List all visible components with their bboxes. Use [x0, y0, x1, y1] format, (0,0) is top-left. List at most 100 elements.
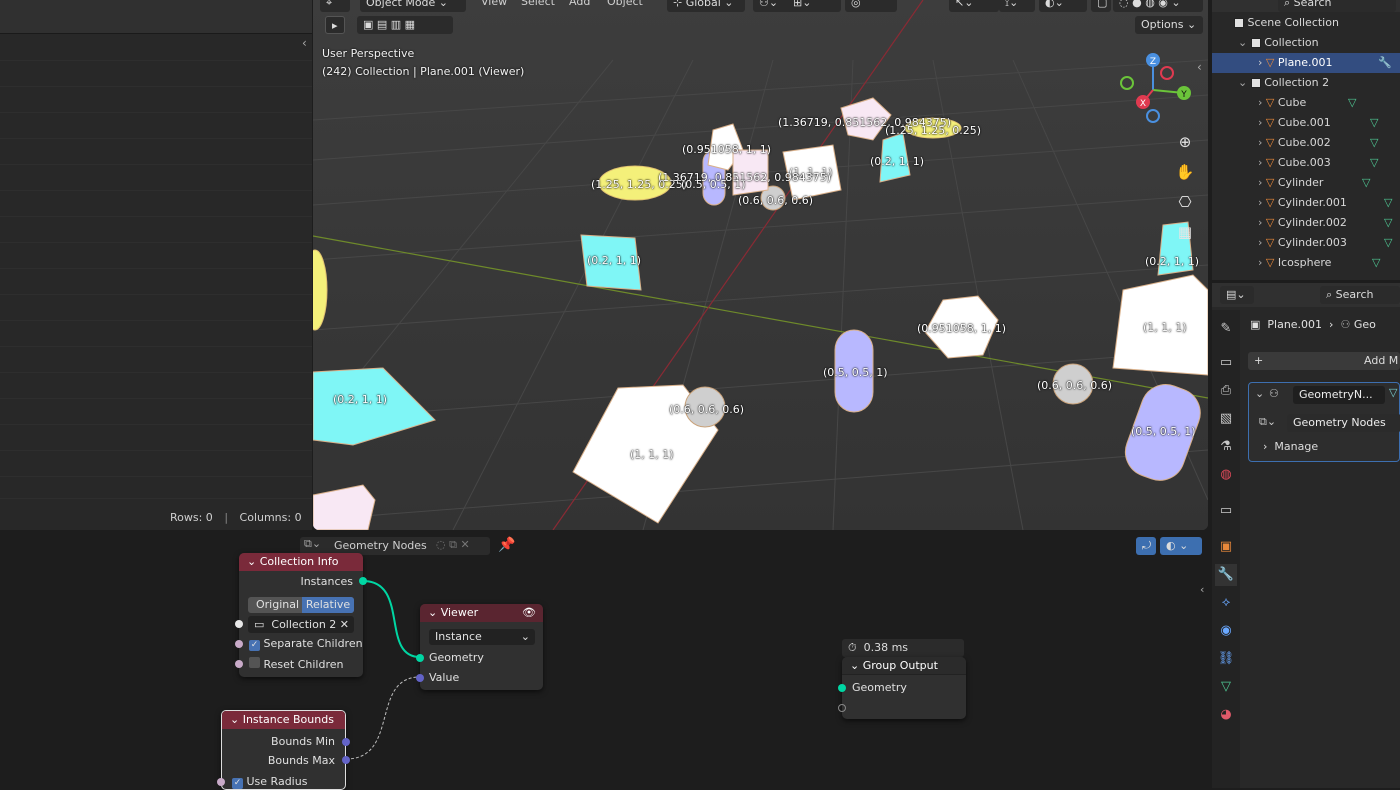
grid-view-icon[interactable]: ▦ — [1173, 220, 1197, 244]
viewer-node[interactable]: ⌄ Viewer 👁 Instance ⌄ Geometry Value — [420, 604, 543, 690]
separate-children-checkbox[interactable]: ✓ Separate Children — [249, 637, 363, 651]
object-tab-icon[interactable]: ▣ — [1215, 536, 1237, 558]
outliner-row[interactable]: › ▽ Cube ▽ — [1212, 93, 1400, 113]
mesh-icon: ▽ — [1265, 236, 1275, 249]
outliner-row[interactable]: › ▽ Cylinder.002 ▽ — [1212, 213, 1400, 233]
proportional-icon[interactable]: ◎ — [845, 0, 897, 12]
3d-viewport[interactable]: (1.36719, 0.851562, 0.984375) (1.25, 1.2… — [313, 0, 1208, 530]
viewer-header[interactable]: ⌄ Viewer 👁 — [420, 604, 543, 622]
modifier-tab-icon[interactable]: 🔧 — [1215, 564, 1237, 586]
bounds-min-socket[interactable] — [342, 738, 350, 746]
gizmo-toggle-icon[interactable]: ↖⌄ — [949, 0, 999, 12]
instance-bounds-node[interactable]: ⌄ Instance Bounds Bounds Min Bounds Max … — [221, 710, 346, 790]
mode-select[interactable]: Object Mode ⌄ — [360, 0, 466, 12]
material-tab-icon[interactable]: ◕ — [1215, 704, 1237, 726]
use-radius-checkbox[interactable]: ✓ Use Radius — [232, 775, 307, 789]
mesh-icon: ▽ — [1265, 216, 1275, 229]
bounds-max-socket[interactable] — [342, 756, 350, 764]
view-layer-tab-icon[interactable]: ▧ — [1215, 408, 1237, 430]
overlay-icon[interactable]: ⟟⌄ — [999, 0, 1035, 12]
scene-collection-row[interactable]: Scene Collection — [1212, 13, 1400, 33]
manage-subpanel[interactable]: › Manage — [1263, 440, 1318, 453]
outliner-row[interactable]: › ▽ Icosphere ▽ — [1212, 253, 1400, 273]
data-tab-icon[interactable]: ▽ — [1215, 676, 1237, 698]
viewer-geometry-socket[interactable] — [416, 654, 424, 662]
select-tool-icon[interactable]: ▸ — [325, 16, 345, 34]
render-tab-icon[interactable]: ▭ — [1215, 352, 1237, 374]
constraints-tab-icon[interactable]: ⛓ — [1215, 648, 1237, 670]
outliner-row[interactable]: › ▽ Cube.001 ▽ — [1212, 113, 1400, 133]
zoom-icon[interactable]: ⊕ — [1173, 130, 1197, 154]
group-output-geometry-socket[interactable] — [838, 684, 846, 692]
outliner-row[interactable]: › ▽ Cylinder ▽ — [1212, 173, 1400, 193]
original-relative-toggle[interactable]: Original Relative — [248, 597, 354, 613]
outliner-search-input[interactable]: ⌕ Search — [1278, 0, 1396, 12]
menu-add[interactable]: Add — [569, 0, 590, 8]
outliner-row[interactable]: › ▽ Cube.003 ▽ — [1212, 153, 1400, 173]
outliner-row[interactable]: › ▽ Cylinder.003 ▽ — [1212, 233, 1400, 253]
xray-icon[interactable]: ▢ — [1091, 0, 1111, 12]
output-tab-icon[interactable]: ⎙ — [1215, 380, 1237, 402]
world-tab-icon[interactable]: ◍ — [1215, 464, 1237, 486]
viewer-eye-icon[interactable]: 👁 — [522, 604, 536, 622]
instances-output: Instances — [300, 575, 353, 588]
outliner-row[interactable]: ⌄ Collection — [1212, 33, 1400, 53]
node-group-browse-icon[interactable]: ⧉⌄ — [1259, 415, 1276, 429]
viewer-domain-select[interactable]: Instance ⌄ — [429, 629, 535, 645]
shading-modes-icons[interactable]: ◌ ● ◍ ◉ ⌄ — [1113, 0, 1203, 12]
group-output-empty-socket[interactable] — [838, 704, 846, 712]
outliner-row[interactable]: ⌄ Collection 2 — [1212, 73, 1400, 93]
outliner-row[interactable]: › ▽ Plane.001 🔧 — [1212, 53, 1400, 73]
scene-tab-icon[interactable]: ⚗ — [1215, 436, 1237, 458]
mesh-icon: ▽ — [1265, 256, 1275, 269]
original-option[interactable]: Original — [256, 598, 299, 611]
viewer-value-socket[interactable] — [416, 674, 424, 682]
menu-object[interactable]: Object — [607, 0, 643, 8]
transform-orientation-select[interactable]: ⊹ Global ⌄ — [667, 0, 745, 12]
gizmo-z: Z — [1150, 57, 1156, 67]
modifier-collapse-icon[interactable]: ⌄ — [1255, 387, 1264, 400]
particles-tab-icon[interactable]: ⟡ — [1215, 592, 1237, 614]
node-editor[interactable]: ⧉⌄ Geometry Nodes ◌ ⧉ ✕ 📌 ⤾ ◐ ⌄ ‹ ⌄ Coll… — [0, 533, 1208, 790]
collection-info-node[interactable]: ⌄ Collection Info Instances Original Rel… — [239, 553, 363, 677]
node-group-field[interactable]: Geometry Nodes — [1287, 414, 1400, 432]
instance-bounds-header[interactable]: ⌄ Instance Bounds — [222, 711, 345, 729]
viewport-label: (0.5, 0.5, 1) — [681, 178, 746, 191]
menu-select[interactable]: Select — [521, 0, 555, 8]
properties-editor-type-icon[interactable]: ▤⌄ — [1220, 286, 1254, 304]
modifier-name-field[interactable]: GeometryN... — [1293, 386, 1385, 404]
collection-socket[interactable] — [235, 620, 243, 628]
mesh-icon: ▽ — [1265, 56, 1275, 69]
tool-tab-icon[interactable]: ✎ — [1215, 318, 1237, 340]
menu-view[interactable]: View — [481, 0, 507, 8]
pan-hand-icon[interactable]: ✋ — [1173, 160, 1197, 184]
editor-type-icon[interactable]: ⌖ — [320, 0, 350, 12]
collection-tab-icon[interactable]: ▭ — [1215, 500, 1237, 522]
node-links — [345, 580, 421, 760]
navigation-gizmo[interactable]: Z Y X — [1118, 50, 1198, 130]
add-modifier-button[interactable]: + Add M — [1248, 352, 1400, 370]
collection-info-header[interactable]: ⌄ Collection Info — [239, 553, 363, 571]
instances-socket[interactable] — [359, 577, 367, 585]
selection-mode-icons[interactable]: ▣ ▤ ▥ ▦ — [357, 16, 453, 34]
mesh-icon: ▽ — [1265, 116, 1275, 129]
modifier-mesh-icon[interactable]: ▽ — [1389, 386, 1397, 399]
collapse-arrow-icon[interactable]: ‹ — [302, 36, 307, 50]
collection-field[interactable]: ▭ Collection 2 ✕ — [248, 616, 354, 633]
relative-option[interactable]: Relative — [302, 597, 354, 613]
options-button[interactable]: Options ⌄ — [1135, 16, 1203, 34]
outliner-row[interactable]: › ▽ Cube.002 ▽ — [1212, 133, 1400, 153]
reset-children-socket[interactable] — [235, 660, 243, 668]
reset-children-checkbox[interactable]: Reset Children — [249, 657, 344, 671]
sidebar-toggle-icon[interactable]: ‹ — [1197, 60, 1202, 74]
physics-tab-icon[interactable]: ◉ — [1215, 620, 1237, 642]
overlays-toggle-icon[interactable]: ◐⌄ — [1039, 0, 1087, 12]
group-output-node[interactable]: ⌄ Group Output Geometry — [842, 657, 966, 719]
snap-icon[interactable]: ⊞⌄ — [787, 0, 841, 12]
outliner-row[interactable]: › ▽ Cylinder.001 ▽ — [1212, 193, 1400, 213]
camera-icon[interactable]: ⎔ — [1173, 190, 1197, 214]
separate-children-socket[interactable] — [235, 640, 243, 648]
group-output-header[interactable]: ⌄ Group Output — [842, 657, 966, 675]
properties-search-input[interactable]: ⌕ Search — [1320, 286, 1400, 304]
use-radius-socket[interactable] — [217, 778, 225, 786]
